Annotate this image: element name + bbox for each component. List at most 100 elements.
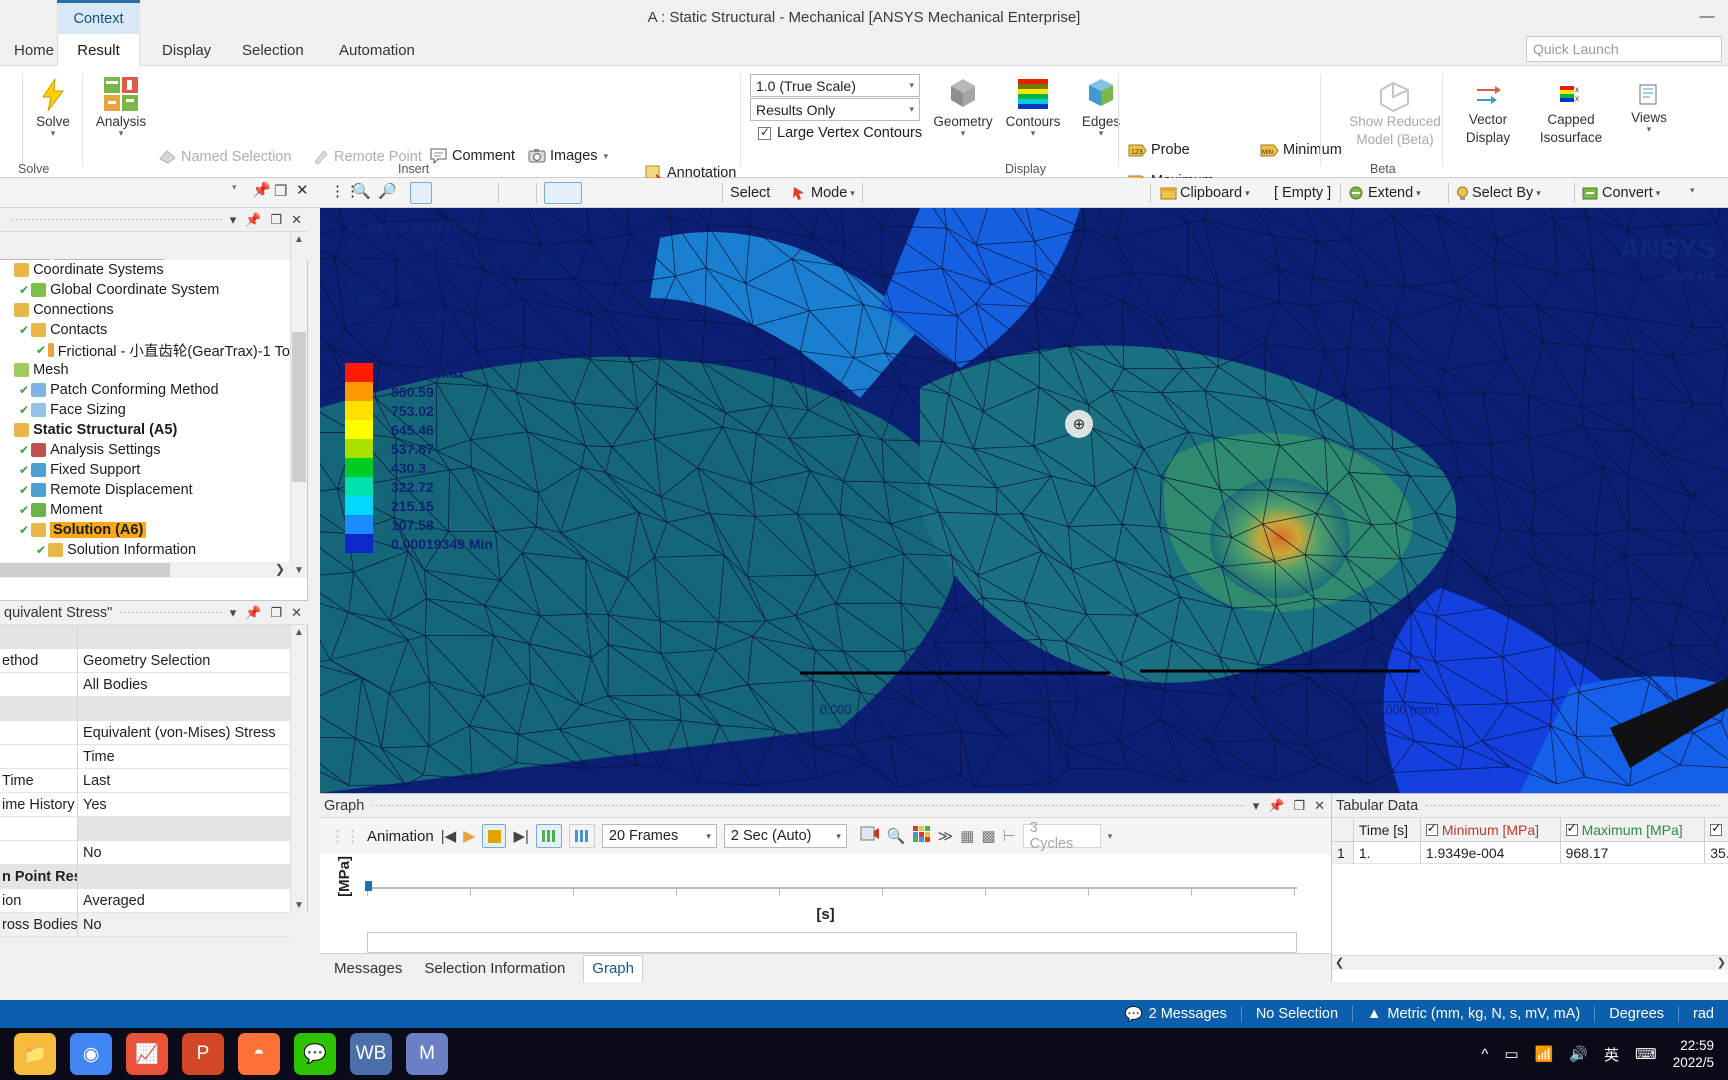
- outline-tree[interactable]: ✔Coordinate Systems✔Global Coordinate Sy…: [0, 260, 290, 578]
- duration-combo[interactable]: 2 Sec (Auto)▾: [724, 824, 847, 848]
- quick-launch-input[interactable]: Quick Launch: [1526, 36, 1722, 62]
- mechanical-icon[interactable]: M: [406, 1033, 448, 1075]
- th-extra[interactable]: [1705, 818, 1728, 841]
- tab-graph[interactable]: Graph: [583, 955, 643, 982]
- wireframe-view-icon[interactable]: [468, 182, 490, 204]
- context-tab[interactable]: Context: [57, 0, 140, 34]
- outline-item-contacts[interactable]: ✔Contacts: [0, 320, 290, 340]
- outline-horizontal-scrollbar[interactable]: ❯: [0, 562, 291, 578]
- details-row[interactable]: All Bodies: [0, 673, 291, 697]
- details-row[interactable]: [0, 625, 291, 649]
- details-row[interactable]: [0, 697, 291, 721]
- graph-table2-icon[interactable]: ▩: [981, 827, 995, 845]
- probe-button[interactable]: 123 Probe: [1128, 142, 1190, 158]
- anim-overflow-icon[interactable]: ▾: [1108, 831, 1113, 842]
- details-table[interactable]: ethodGeometry SelectionAll BodiesEquival…: [0, 625, 291, 937]
- probe-toolbar-icon[interactable]: [1122, 182, 1144, 204]
- show-reduced-model-button[interactable]: Show Reduced Model (Beta): [1340, 78, 1450, 147]
- select-by-button[interactable]: Select By ▾: [1456, 181, 1541, 205]
- th-maximum[interactable]: Maximum [MPa]: [1561, 818, 1706, 841]
- cycles-combo[interactable]: 3 Cycles: [1023, 824, 1101, 848]
- details-row[interactable]: Equivalent (von-Mises) Stress: [0, 721, 291, 745]
- polygon-select-icon[interactable]: [984, 182, 1006, 204]
- outline-item-global-coordinate-system[interactable]: ✔Global Coordinate System: [0, 280, 290, 300]
- toolbar-overflow-icon[interactable]: ▾: [1690, 185, 1695, 196]
- frames-combo[interactable]: 20 Frames▾: [602, 824, 717, 848]
- lasso-select-icon[interactable]: [956, 182, 978, 204]
- outline-pin-icon[interactable]: 📌: [245, 212, 261, 228]
- solid-view-icon[interactable]: [410, 182, 432, 204]
- magnifier-icon[interactable]: [696, 182, 718, 204]
- fit-icon[interactable]: [668, 182, 690, 204]
- analysis-button[interactable]: Analysis ▾: [88, 76, 154, 136]
- details-close-icon[interactable]: ✕: [291, 605, 302, 621]
- tab-selection-information[interactable]: Selection Information: [420, 956, 569, 981]
- outline-item-connections[interactable]: ✔Connections: [0, 300, 290, 320]
- insert-images[interactable]: Images ▾: [528, 148, 608, 164]
- capped-isosurface-button[interactable]: x x Capped Isosurface: [1528, 82, 1614, 145]
- zoom-out-icon[interactable]: 🔎: [378, 182, 400, 204]
- details-maximize-icon[interactable]: ❐: [270, 605, 282, 621]
- graph-maximize-icon[interactable]: ❐: [1293, 798, 1305, 814]
- outline-item-face-sizing[interactable]: ✔Face Sizing: [0, 400, 290, 420]
- extend-button[interactable]: Extend ▾: [1348, 181, 1421, 205]
- box-select-icon[interactable]: [928, 182, 950, 204]
- outline-maximize-icon[interactable]: ❐: [270, 212, 282, 228]
- tab-selection[interactable]: Selection: [228, 34, 318, 66]
- workbench-icon[interactable]: WB: [350, 1033, 392, 1075]
- details-row[interactable]: [0, 817, 291, 841]
- graph-plot-area[interactable]: [MPa] [s]: [320, 854, 1331, 954]
- tab-messages[interactable]: Messages: [330, 956, 406, 981]
- outline-dropdown-icon[interactable]: ▾: [230, 212, 237, 228]
- box-volume-select-icon[interactable]: [1012, 182, 1034, 204]
- results-combo[interactable]: Results Only▾: [750, 98, 920, 121]
- graph-pin-icon[interactable]: 📌: [1268, 798, 1284, 814]
- single-select-icon[interactable]: [900, 182, 922, 204]
- tabular-horizontal-scrollbar[interactable]: ❮ ❯: [1332, 955, 1728, 970]
- status-messages[interactable]: 💬 2 Messages: [1111, 1000, 1241, 1028]
- zoom-in-icon[interactable]: 🔍: [352, 182, 374, 204]
- outline-item-coordinate-systems[interactable]: ✔Coordinate Systems: [0, 260, 290, 280]
- graph-close-icon[interactable]: ✕: [1314, 798, 1325, 814]
- graph-colors-icon[interactable]: [913, 826, 931, 846]
- box-zoom-icon[interactable]: [640, 182, 662, 204]
- rotate-icon[interactable]: [544, 182, 582, 204]
- minimum-column-checkbox[interactable]: [1426, 824, 1438, 836]
- outline-item-solution-a6[interactable]: ✔Solution (A6): [0, 520, 290, 540]
- tab-result[interactable]: Result: [57, 34, 140, 66]
- maximize-icon[interactable]: ❐: [274, 182, 287, 200]
- outline-vertical-scrollbar[interactable]: ▲ ▼: [290, 232, 307, 578]
- polygon-volume-select-icon[interactable]: [1068, 182, 1090, 204]
- anim-stop-button[interactable]: [482, 824, 506, 848]
- outline-item-analysis-settings[interactable]: ✔Analysis Settings: [0, 440, 290, 460]
- pan-icon[interactable]: [585, 182, 607, 204]
- views-button[interactable]: Views ▾: [1618, 82, 1680, 132]
- details-row[interactable]: TimeLast: [0, 769, 291, 793]
- tray-expand-icon[interactable]: ^: [1481, 1046, 1488, 1063]
- select-label[interactable]: Select: [730, 181, 770, 205]
- convert-button[interactable]: Convert ▾: [1582, 181, 1660, 205]
- export-animation-icon[interactable]: [860, 825, 880, 847]
- table-row[interactable]: 1 1. 1.9349e-004 968.17 35.: [1332, 842, 1728, 864]
- details-row[interactable]: n Point Results: [0, 865, 291, 889]
- graph-table1-icon[interactable]: ▦: [960, 827, 974, 845]
- shaded-view-icon[interactable]: [440, 182, 462, 204]
- tab-display[interactable]: Display: [148, 34, 225, 66]
- insert-named-selection[interactable]: Named Selection: [158, 148, 291, 165]
- anim-play-button[interactable]: ▶: [463, 826, 475, 846]
- details-dropdown-icon[interactable]: ▾: [230, 605, 237, 621]
- outline-item-fixed-support[interactable]: ✔Fixed Support: [0, 460, 290, 480]
- edge-select-icon[interactable]: [872, 182, 894, 204]
- coordinates-icon[interactable]: [1096, 182, 1118, 204]
- status-units[interactable]: ▲ Metric (mm, kg, N, s, mV, mA): [1353, 1000, 1594, 1028]
- contours-button[interactable]: Contours ▾: [1000, 76, 1066, 136]
- anim-distribute-button[interactable]: [536, 824, 562, 848]
- vector-display-button[interactable]: Vector Display: [1452, 82, 1524, 145]
- tray-network-icon[interactable]: 📶: [1535, 1045, 1554, 1063]
- minimum-button[interactable]: MIN Minimum: [1260, 142, 1342, 158]
- graph-timeline-box[interactable]: [367, 932, 1297, 953]
- maximum-column-checkbox[interactable]: [1566, 824, 1578, 836]
- anim-compare-button[interactable]: [569, 824, 595, 848]
- tray-keyboard-icon[interactable]: ⌨: [1635, 1045, 1657, 1063]
- pin-icon[interactable]: 📌: [252, 181, 271, 199]
